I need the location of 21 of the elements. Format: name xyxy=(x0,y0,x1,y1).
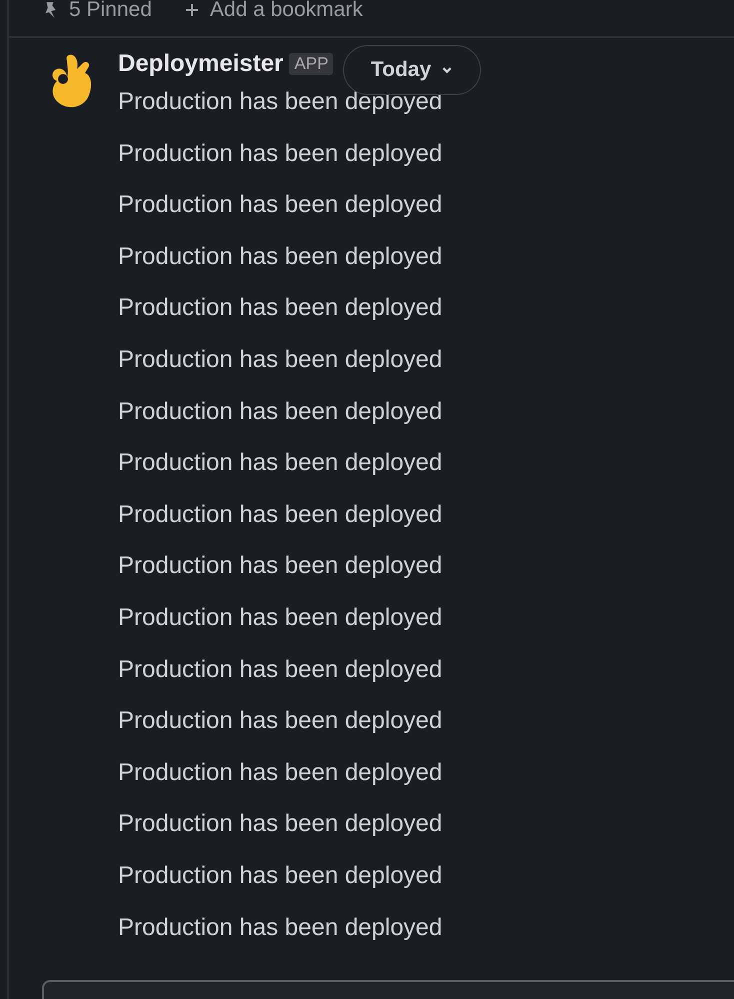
message-text: Production has been deployed xyxy=(118,654,442,685)
message-text: Production has been deployed xyxy=(118,809,442,840)
message-text: Production has been deployed xyxy=(118,758,442,788)
app-badge: APP xyxy=(289,53,334,75)
message-text: Production has been deployed xyxy=(118,706,442,736)
message-text: Production has been deployed xyxy=(118,860,442,891)
message-text: Production has been deployed xyxy=(118,138,442,169)
message-text: Production has been deployed xyxy=(118,500,442,530)
message-text: Production has been deployed xyxy=(118,293,442,324)
plus-icon xyxy=(184,2,200,18)
message-text: Production has been deployed xyxy=(118,344,442,375)
add-bookmark-link[interactable]: Add a bookmark xyxy=(184,0,363,20)
message-text: Production has been deployed xyxy=(118,242,442,272)
message-text: Production has been deployed xyxy=(118,551,442,582)
sender-name[interactable]: Deploymeister xyxy=(118,50,284,78)
message-text: Production has been deployed xyxy=(118,190,442,220)
message-text: Production has been deployed xyxy=(118,602,442,633)
message-text: Production has been deployed xyxy=(118,396,442,427)
message-text: Production has been deployed xyxy=(118,912,442,942)
pinned-link[interactable]: 5 Pinned xyxy=(41,0,152,20)
message-text: Production has been deployed xyxy=(118,448,442,478)
